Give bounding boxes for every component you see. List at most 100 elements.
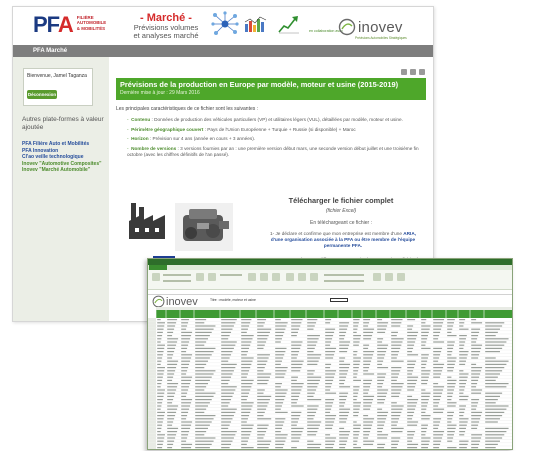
cell-value[interactable] <box>363 399 374 401</box>
cell-value[interactable] <box>353 443 357 445</box>
cell-value[interactable] <box>325 363 332 365</box>
row-number[interactable] <box>148 414 156 418</box>
cell-value[interactable] <box>167 354 174 356</box>
cell-value[interactable] <box>257 373 272 375</box>
cell-value[interactable] <box>363 440 375 442</box>
cell-value[interactable] <box>447 383 456 385</box>
cell-value[interactable] <box>325 447 334 449</box>
cell-value[interactable] <box>221 411 236 413</box>
cell-value[interactable] <box>275 399 285 401</box>
cell-value[interactable] <box>257 411 265 413</box>
cell-value[interactable] <box>195 344 205 346</box>
cell-value[interactable] <box>391 421 398 423</box>
cell-value[interactable] <box>221 427 229 429</box>
print-icon[interactable] <box>401 69 407 75</box>
cell-value[interactable] <box>363 370 369 372</box>
cell-value[interactable] <box>471 443 480 445</box>
cell-value[interactable] <box>241 347 250 349</box>
cell-value[interactable] <box>485 386 507 388</box>
cell-value[interactable] <box>291 344 302 346</box>
cell-value[interactable] <box>363 427 372 429</box>
cell-value[interactable] <box>353 344 359 346</box>
cell-value[interactable] <box>241 424 254 426</box>
cell-value[interactable] <box>471 363 477 365</box>
cell-value[interactable] <box>339 322 350 324</box>
cell-value[interactable] <box>257 399 270 401</box>
cell-value[interactable] <box>447 402 457 404</box>
row-number[interactable] <box>148 353 156 357</box>
cell-value[interactable] <box>391 325 401 327</box>
cell-value[interactable] <box>157 335 163 337</box>
cell-value[interactable] <box>221 325 234 327</box>
cell-value[interactable] <box>407 440 413 442</box>
cell-value[interactable] <box>291 347 301 349</box>
cell-value[interactable] <box>485 415 503 417</box>
cell-value[interactable] <box>221 399 232 401</box>
cell-value[interactable] <box>363 392 369 394</box>
cell-value[interactable] <box>257 431 267 433</box>
cell-value[interactable] <box>471 421 480 423</box>
cell-value[interactable] <box>307 347 315 349</box>
cell-value[interactable] <box>241 443 247 445</box>
cell-value[interactable] <box>353 395 358 397</box>
cell-value[interactable] <box>167 418 175 420</box>
cell-value[interactable] <box>307 431 318 433</box>
cell-value[interactable] <box>459 399 468 401</box>
cell-value[interactable] <box>391 360 404 362</box>
cell-value[interactable] <box>157 360 162 362</box>
cell-value[interactable] <box>433 395 442 397</box>
cell-value[interactable] <box>241 415 250 417</box>
cell-value[interactable] <box>241 335 254 337</box>
cell-value[interactable] <box>325 427 333 429</box>
cell-value[interactable] <box>391 402 397 404</box>
cell-value[interactable] <box>363 424 373 426</box>
cell-value[interactable] <box>407 376 419 378</box>
cell-value[interactable] <box>339 325 349 327</box>
cell-value[interactable] <box>433 331 441 333</box>
cell-value[interactable] <box>485 383 509 385</box>
cell-value[interactable] <box>181 405 191 407</box>
row-number[interactable] <box>148 324 156 328</box>
cell-value[interactable] <box>433 389 444 391</box>
cell-value[interactable] <box>181 354 193 356</box>
cell-value[interactable] <box>167 383 179 385</box>
cell-value[interactable] <box>291 389 302 391</box>
cell-value[interactable] <box>221 392 234 394</box>
cell-value[interactable] <box>377 437 388 439</box>
cell-value[interactable] <box>391 389 402 391</box>
cell-value[interactable] <box>325 389 331 391</box>
cell-value[interactable] <box>307 379 320 381</box>
cell-value[interactable] <box>433 357 440 359</box>
cell-value[interactable] <box>377 402 385 404</box>
cell-value[interactable] <box>471 402 479 404</box>
cell-value[interactable] <box>485 344 505 346</box>
cell-value[interactable] <box>353 357 361 359</box>
cell-value[interactable] <box>257 347 264 349</box>
cell-value[interactable] <box>447 325 454 327</box>
cell-value[interactable] <box>485 421 498 423</box>
cell-value[interactable] <box>275 437 287 439</box>
cell-value[interactable] <box>181 389 189 391</box>
cell-value[interactable] <box>181 408 190 410</box>
cell-value[interactable] <box>241 363 252 365</box>
spreadsheet-window[interactable]: inovev Titre : modèle, moteur et usine <box>147 258 513 450</box>
cell-value[interactable] <box>447 376 452 378</box>
cell-value[interactable] <box>459 392 464 394</box>
cell-value[interactable] <box>241 357 254 359</box>
cell-value[interactable] <box>407 399 419 401</box>
cell-value[interactable] <box>325 351 336 353</box>
cell-value[interactable] <box>291 424 297 426</box>
cell-value[interactable] <box>447 431 455 433</box>
cell-value[interactable] <box>325 331 335 333</box>
cell-value[interactable] <box>241 434 251 436</box>
cell-value[interactable] <box>275 389 288 391</box>
cell-value[interactable] <box>241 431 252 433</box>
cell-value[interactable] <box>407 421 419 423</box>
cell-value[interactable] <box>353 331 357 333</box>
cell-value[interactable] <box>377 367 389 369</box>
cell-value[interactable] <box>307 408 318 410</box>
cell-value[interactable] <box>339 411 350 413</box>
cell-value[interactable] <box>421 328 430 330</box>
row-number[interactable] <box>148 378 156 382</box>
cell-value[interactable] <box>157 418 164 420</box>
